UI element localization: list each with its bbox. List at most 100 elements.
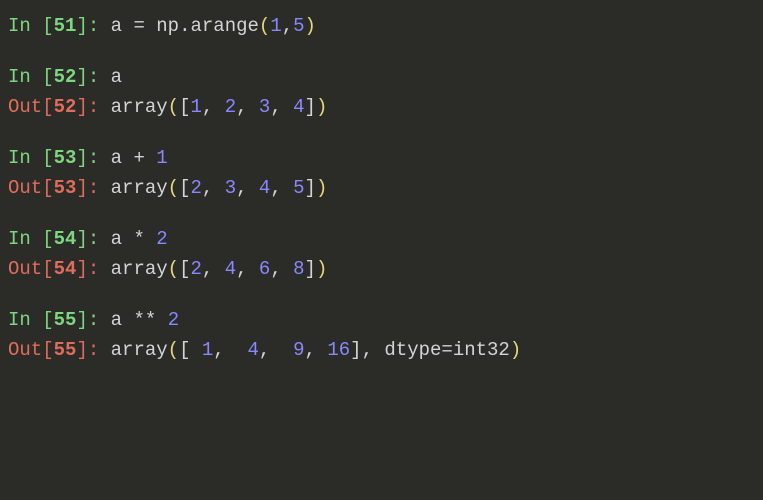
- code-token: ,: [236, 96, 247, 118]
- in-label: In: [8, 147, 42, 169]
- code-token: 3: [225, 177, 236, 199]
- code-token: ]: [305, 258, 316, 280]
- code-token: [145, 147, 156, 169]
- code-token: 2: [190, 258, 201, 280]
- code-token: =: [441, 339, 452, 361]
- code-token: 8: [293, 258, 304, 280]
- code-token: ]: [305, 96, 316, 118]
- code-token: [213, 258, 224, 280]
- bracket-open: [: [42, 177, 53, 199]
- colon: :: [88, 15, 111, 37]
- in-number: 54: [54, 228, 77, 250]
- colon: :: [88, 258, 111, 280]
- output-line: Out[54]: array([2, 4, 6, 8]): [8, 255, 755, 284]
- code-token: ): [316, 258, 327, 280]
- code-token: a: [111, 66, 122, 88]
- bracket-open: [: [42, 228, 53, 250]
- code-token: [145, 15, 156, 37]
- in-number: 55: [54, 309, 77, 331]
- input-line[interactable]: In [51]: a = np.arange(1,5): [8, 12, 755, 41]
- code-token: 4: [225, 258, 236, 280]
- code-token: 1: [190, 96, 201, 118]
- bracket-open: [: [42, 309, 53, 331]
- code-token: [: [179, 96, 190, 118]
- code-token: 3: [259, 96, 270, 118]
- code-token: 16: [327, 339, 350, 361]
- input-line[interactable]: In [54]: a * 2: [8, 225, 755, 254]
- code-token: 1: [202, 339, 213, 361]
- colon: :: [88, 339, 111, 361]
- code-token: arange: [191, 15, 259, 37]
- code-token: [282, 258, 293, 280]
- code-token: ,: [213, 339, 224, 361]
- code-token: a: [111, 147, 122, 169]
- code-token: ,: [362, 339, 373, 361]
- colon: :: [88, 309, 111, 331]
- code-token: [: [179, 339, 190, 361]
- code-token: [282, 177, 293, 199]
- code-token: [225, 339, 248, 361]
- code-token: ,: [202, 177, 213, 199]
- code-token: [: [179, 258, 190, 280]
- bracket-close: ]: [76, 147, 87, 169]
- code-token: 9: [293, 339, 304, 361]
- code-token: 1: [156, 147, 167, 169]
- bracket-close: ]: [76, 15, 87, 37]
- code-token: (: [168, 258, 179, 280]
- code-token: ,: [270, 177, 281, 199]
- bracket-open: [: [42, 258, 53, 280]
- code-token: 6: [259, 258, 270, 280]
- in-label: In: [8, 228, 42, 250]
- bracket-close: ]: [76, 66, 87, 88]
- code-token: ,: [202, 96, 213, 118]
- out-label: Out: [8, 339, 42, 361]
- code-token: +: [133, 147, 144, 169]
- code-token: [122, 228, 133, 250]
- cell-block: In [51]: a = np.arange(1,5): [8, 12, 755, 41]
- bracket-close: ]: [76, 309, 87, 331]
- code-token: [213, 96, 224, 118]
- in-label: In: [8, 309, 42, 331]
- code-token: ): [305, 15, 316, 37]
- output-line: Out[55]: array([ 1, 4, 9, 16], dtype=int…: [8, 336, 755, 365]
- code-token: 4: [248, 339, 259, 361]
- code-token: a: [111, 309, 122, 331]
- out-number: 55: [54, 339, 77, 361]
- input-line[interactable]: In [52]: a: [8, 63, 755, 92]
- bracket-close: ]: [76, 339, 87, 361]
- code-token: [122, 15, 133, 37]
- output-line: Out[53]: array([2, 3, 4, 5]): [8, 174, 755, 203]
- input-line[interactable]: In [55]: a ** 2: [8, 306, 755, 335]
- code-token: [248, 258, 259, 280]
- code-token: (: [168, 96, 179, 118]
- input-line[interactable]: In [53]: a + 1: [8, 144, 755, 173]
- colon: :: [88, 177, 111, 199]
- code-token: ): [316, 177, 327, 199]
- out-number: 52: [54, 96, 77, 118]
- code-token: [248, 96, 259, 118]
- code-token: [373, 339, 384, 361]
- bracket-open: [: [42, 96, 53, 118]
- code-token: 1: [270, 15, 281, 37]
- code-token: ]: [305, 177, 316, 199]
- bracket-open: [: [42, 66, 53, 88]
- code-token: **: [133, 309, 156, 331]
- bracket-close: ]: [76, 177, 87, 199]
- code-token: 4: [259, 177, 270, 199]
- code-token: ,: [305, 339, 316, 361]
- in-number: 53: [54, 147, 77, 169]
- code-token: a: [111, 15, 122, 37]
- code-token: (: [168, 177, 179, 199]
- in-label: In: [8, 66, 42, 88]
- out-label: Out: [8, 258, 42, 280]
- code-token: ): [316, 96, 327, 118]
- code-token: 5: [293, 177, 304, 199]
- code-token: 2: [225, 96, 236, 118]
- code-token: ,: [282, 15, 293, 37]
- code-token: 5: [293, 15, 304, 37]
- code-token: [122, 309, 133, 331]
- code-token: array: [111, 96, 168, 118]
- code-token: ]: [350, 339, 361, 361]
- code-token: 4: [293, 96, 304, 118]
- code-token: 2: [190, 177, 201, 199]
